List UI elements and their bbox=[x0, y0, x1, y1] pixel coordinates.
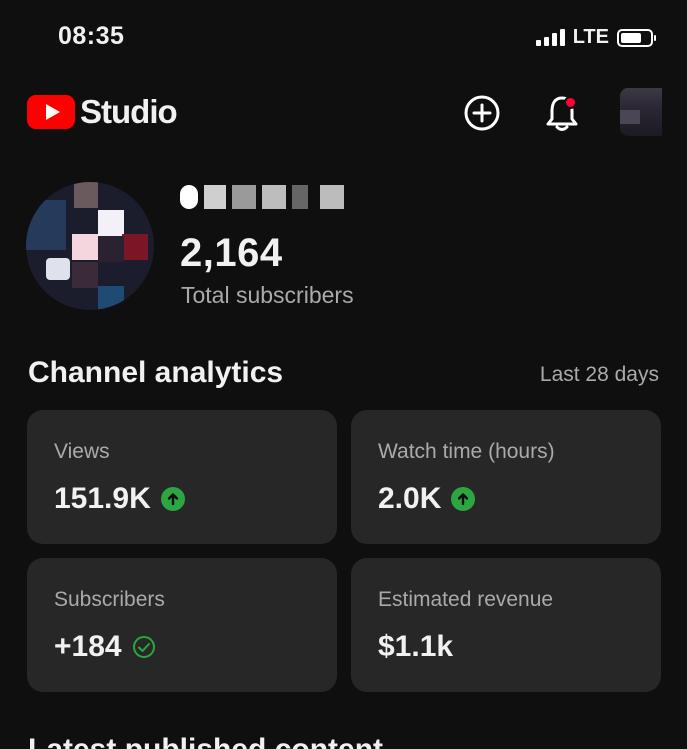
card-label: Views bbox=[54, 440, 110, 463]
channel-name-redacted bbox=[180, 184, 344, 210]
app-header: Studio bbox=[0, 88, 687, 138]
card-value: +184 bbox=[54, 630, 122, 663]
youtube-play-icon bbox=[27, 95, 75, 129]
watch-time-card[interactable]: Watch time (hours) 2.0K bbox=[351, 410, 661, 544]
channel-avatar[interactable] bbox=[26, 182, 154, 310]
studio-logo[interactable]: Studio bbox=[27, 93, 178, 131]
subscribers-card[interactable]: Subscribers +184 bbox=[27, 558, 337, 692]
signal-icon bbox=[535, 29, 565, 46]
analytics-range[interactable]: Last 28 days bbox=[540, 363, 659, 387]
card-label: Estimated revenue bbox=[378, 588, 554, 611]
status-bar: 08:35 LTE bbox=[0, 0, 687, 78]
status-time: 08:35 bbox=[58, 22, 125, 50]
channel-summary: 2,164 Total subscribers bbox=[0, 178, 687, 313]
status-indicators: LTE bbox=[535, 26, 656, 49]
up-arrow-icon bbox=[160, 487, 185, 511]
check-circle-icon bbox=[132, 635, 156, 659]
battery-icon bbox=[617, 28, 656, 47]
card-value: 2.0K bbox=[378, 482, 442, 515]
total-subscribers-value: 2,164 bbox=[180, 231, 283, 275]
card-value: $1.1k bbox=[378, 630, 454, 663]
network-label: LTE bbox=[572, 26, 609, 48]
estimated-revenue-card[interactable]: Estimated revenue $1.1k bbox=[351, 558, 661, 692]
create-button[interactable] bbox=[461, 92, 503, 134]
views-card[interactable]: Views 151.9K bbox=[27, 410, 337, 544]
create-plus-icon bbox=[464, 95, 500, 131]
analytics-title: Channel analytics bbox=[28, 356, 284, 389]
up-arrow-icon bbox=[451, 487, 476, 511]
card-label: Subscribers bbox=[54, 588, 165, 611]
total-subscribers-label: Total subscribers bbox=[181, 282, 354, 308]
latest-content-title: Latest published content bbox=[28, 733, 383, 749]
card-value: 151.9K bbox=[54, 482, 151, 515]
card-label: Watch time (hours) bbox=[378, 440, 555, 463]
notification-badge bbox=[564, 96, 577, 109]
account-avatar[interactable] bbox=[620, 88, 662, 136]
logo-text: Studio bbox=[80, 93, 178, 130]
notifications-button[interactable] bbox=[541, 92, 583, 134]
studio-dashboard: 08:35 LTE Studio 2,164 Total subscribers… bbox=[0, 0, 687, 749]
